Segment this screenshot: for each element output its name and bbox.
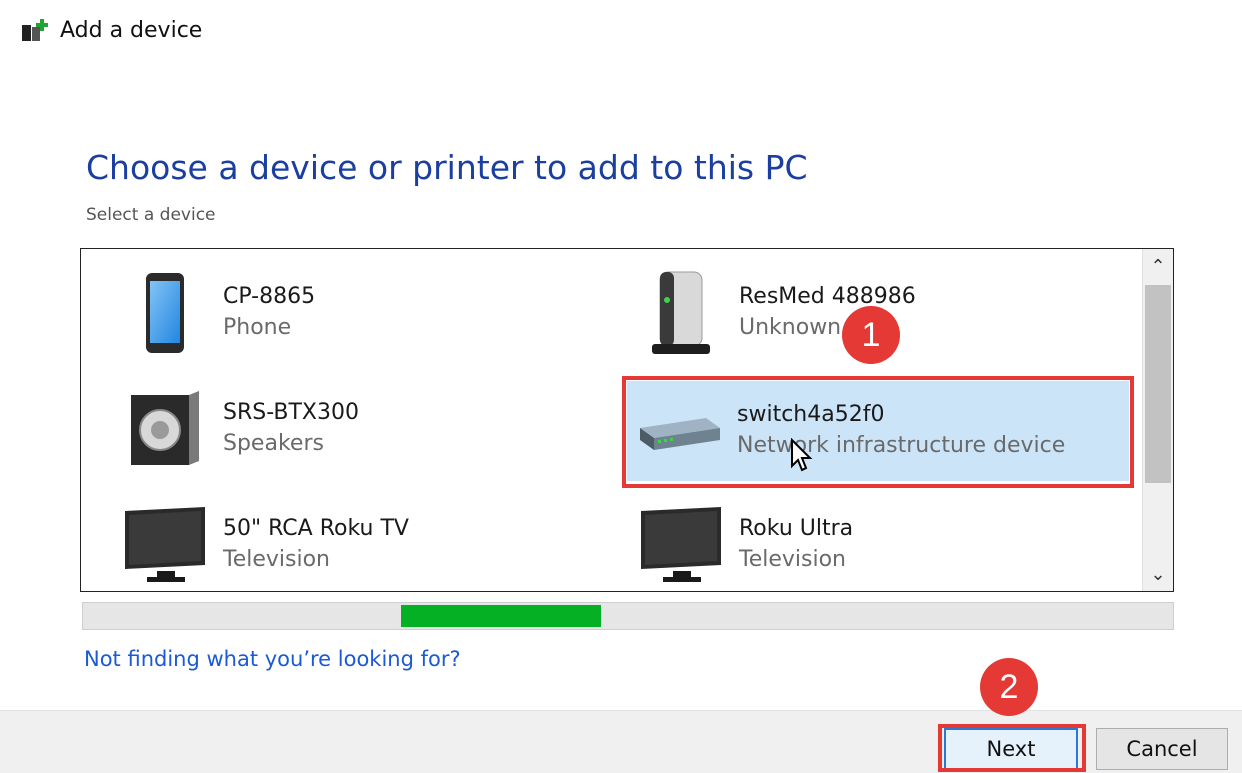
progress-fill <box>401 605 601 627</box>
cancel-button[interactable]: Cancel <box>1096 728 1228 770</box>
annotation-marker-1: 1 <box>842 306 900 364</box>
device-item-roku-ultra[interactable]: Roku Ultra Television <box>637 501 1117 589</box>
device-type: Speakers <box>223 431 324 456</box>
device-item-cp-8865[interactable]: CP-8865 Phone <box>121 269 601 357</box>
next-button[interactable]: Next <box>944 728 1078 770</box>
device-list-scrollbar[interactable]: ⌃ ⌄ <box>1142 249 1173 591</box>
window-title: Add a device <box>60 17 203 43</box>
mouse-cursor-icon <box>791 438 813 472</box>
scroll-up-icon[interactable]: ⌃ <box>1143 251 1173 281</box>
search-progress-bar <box>82 602 1174 630</box>
page-subtitle: Select a device <box>86 205 216 225</box>
device-type: Phone <box>223 315 292 340</box>
add-device-icon <box>22 19 48 41</box>
device-item-rca-roku-tv[interactable]: 50" RCA Roku TV Television <box>121 501 601 589</box>
tv-icon <box>637 501 725 589</box>
device-type: Network infrastructure device <box>737 433 1066 458</box>
device-name: Roku Ultra <box>739 516 854 541</box>
network-switch-icon <box>635 387 723 475</box>
device-item-switch4a52f0[interactable]: switch4a52f0 Network infrastructure devi… <box>627 381 1129 481</box>
device-name: switch4a52f0 <box>737 402 885 427</box>
device-name: CP-8865 <box>223 284 316 309</box>
device-item-srs-btx300[interactable]: SRS-BTX300 Speakers <box>121 385 601 473</box>
device-list[interactable]: CP-8865 Phone ResMed 488986 Unknown SRS-… <box>80 248 1174 592</box>
annotation-marker-2: 2 <box>980 658 1038 716</box>
speaker-icon <box>121 385 209 473</box>
server-icon <box>637 269 725 357</box>
page-title: Choose a device or printer to add to thi… <box>86 148 808 187</box>
title-bar: Add a device <box>20 12 202 48</box>
device-name: ResMed 488986 <box>739 284 916 309</box>
tv-icon <box>121 501 209 589</box>
device-name: SRS-BTX300 <box>223 400 359 425</box>
scroll-thumb[interactable] <box>1145 285 1171 483</box>
device-type: Television <box>223 547 330 572</box>
scroll-down-icon[interactable]: ⌄ <box>1143 559 1173 589</box>
device-type: Television <box>739 547 846 572</box>
phone-icon <box>121 269 209 357</box>
device-name: 50" RCA Roku TV <box>223 516 409 541</box>
not-finding-link[interactable]: Not finding what you’re looking for? <box>84 647 461 671</box>
